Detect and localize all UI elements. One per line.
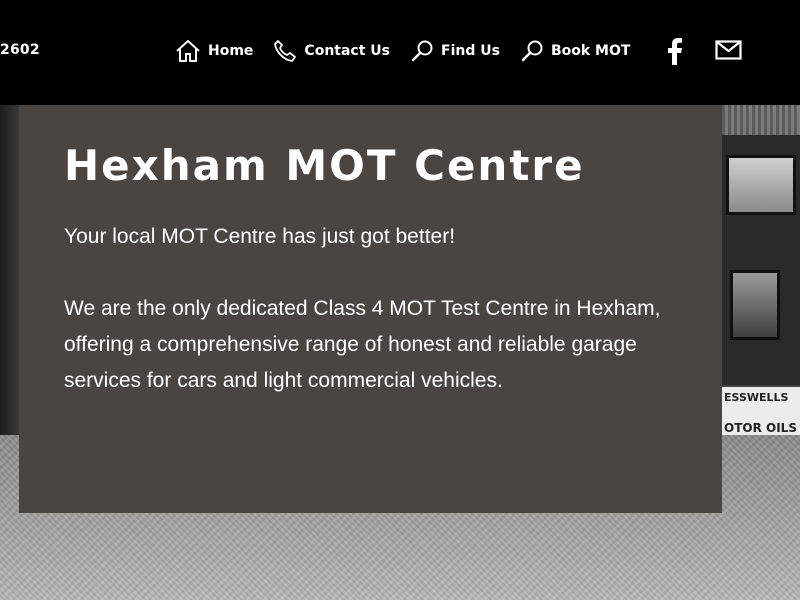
hero-subtitle: Your local MOT Centre has just got bette… [64, 225, 456, 248]
page-title: Hexham MOT Centre [64, 141, 585, 190]
nav-find-us-label: Find Us [441, 43, 500, 59]
site-header: 2602 Home Contact Us Find Us Book MOT [0, 0, 800, 105]
nav-find-us[interactable]: Find Us [410, 39, 500, 63]
phone-icon [274, 40, 297, 62]
home-icon [176, 40, 200, 62]
nav-contact-us[interactable]: Contact Us [273, 39, 390, 63]
sign-text: ESSWELLS [724, 391, 789, 404]
mail-icon [715, 40, 742, 60]
search-icon [411, 40, 433, 62]
phone-number[interactable]: 2602 [0, 42, 40, 58]
background-window [726, 155, 796, 215]
facebook-link[interactable] [664, 37, 686, 65]
nav-contact-label: Contact Us [304, 43, 390, 59]
sign-text: OTOR OILS [724, 421, 797, 435]
nav-book-mot[interactable]: Book MOT [520, 39, 630, 63]
main-nav: Home Contact Us Find Us Book MOT [175, 36, 650, 66]
facebook-icon [668, 38, 682, 65]
nav-book-mot-label: Book MOT [550, 43, 631, 59]
search-icon [521, 40, 543, 62]
background-window [730, 270, 780, 340]
nav-home[interactable]: Home [175, 39, 253, 63]
background-wall [0, 105, 20, 445]
nav-home-label: Home [208, 43, 254, 59]
email-link[interactable] [715, 40, 742, 60]
hero-info-panel: Hexham MOT Centre Your local MOT Centre … [19, 105, 722, 513]
background-roof [722, 105, 800, 135]
hero-description: We are the only dedicated Class 4 MOT Te… [64, 297, 661, 392]
